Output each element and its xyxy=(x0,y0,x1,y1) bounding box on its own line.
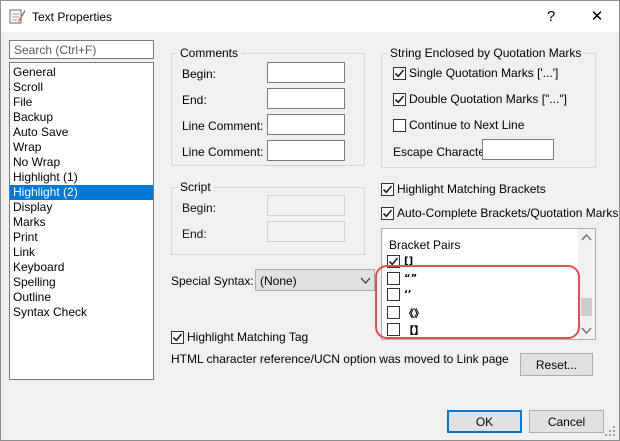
bracket-pair-text: ‘’ xyxy=(404,289,412,300)
footer-separator xyxy=(1,398,619,399)
bracket-pair-item[interactable]: “” xyxy=(387,272,417,285)
highlight-matching-tag-label: Highlight Matching Tag xyxy=(187,330,309,344)
checkbox-box xyxy=(387,288,400,301)
highlight-matching-tag-checkbox[interactable]: Highlight Matching Tag xyxy=(171,330,308,344)
nav-item[interactable]: Keyboard xyxy=(10,260,153,275)
scroll-thumb[interactable] xyxy=(581,298,592,316)
checkmark-icon xyxy=(393,92,406,106)
bracket-pairs-header: Bracket Pairs xyxy=(389,238,461,252)
nav-item[interactable]: Auto Save xyxy=(10,125,153,140)
nav-item[interactable]: Spelling xyxy=(10,275,153,290)
dialog-title: Text Properties xyxy=(32,10,113,24)
double-quote-checkbox[interactable]: Double Quotation Marks ["..."] xyxy=(393,92,567,106)
text-properties-icon xyxy=(9,9,25,24)
close-button[interactable]: ✕ xyxy=(575,2,619,31)
checkmark-icon xyxy=(381,206,394,220)
single-quote-label: Single Quotation Marks ['...'] xyxy=(409,66,559,80)
checkbox-box xyxy=(387,323,400,336)
bracket-pair-item[interactable]: 【】 xyxy=(387,322,424,337)
nav-item[interactable]: Scroll xyxy=(10,80,153,95)
double-quote-label: Double Quotation Marks ["..."] xyxy=(409,92,567,106)
line-comment-1-label: Line Comment: xyxy=(182,119,264,133)
script-group-title: Script xyxy=(177,180,214,194)
chevron-down-icon xyxy=(360,277,371,284)
cancel-button[interactable]: Cancel xyxy=(529,410,604,433)
auto-complete-brackets-label: Auto-Complete Brackets/Quotation Marks xyxy=(397,206,619,220)
line-comment-1-input[interactable] xyxy=(267,114,345,135)
bracket-pair-text: 【】 xyxy=(404,326,424,337)
scroll-down-icon[interactable] xyxy=(581,326,592,335)
bracket-pair-item[interactable]: ‘’ xyxy=(387,288,412,301)
bracket-pair-text: “” xyxy=(404,273,418,284)
comment-end-input[interactable] xyxy=(267,88,345,109)
bracket-pairs-scrollbar[interactable] xyxy=(578,229,595,339)
nav-item[interactable]: Highlight (2) xyxy=(10,185,153,200)
bracket-pairs-list[interactable]: Bracket Pairs [] “” ‘’ 《》【】 xyxy=(381,228,596,340)
script-end-label: End: xyxy=(182,227,207,241)
checkbox-box xyxy=(387,255,400,268)
checkmark-icon xyxy=(171,330,184,344)
checkbox-box xyxy=(387,306,400,319)
link-page-note: HTML character reference/UCN option was … xyxy=(171,352,509,366)
line-comment-2-input[interactable] xyxy=(267,140,345,161)
scroll-up-icon[interactable] xyxy=(581,233,592,242)
nav-item[interactable]: Display xyxy=(10,200,153,215)
checkbox-box xyxy=(393,118,406,132)
checkmark-icon xyxy=(381,182,394,196)
ok-button[interactable]: OK xyxy=(447,410,522,433)
script-begin-label: Begin: xyxy=(182,201,217,215)
title-bar[interactable]: Text Properties ? ✕ xyxy=(1,1,619,32)
nav-item[interactable]: No Wrap xyxy=(10,155,153,170)
nav-item[interactable]: Outline xyxy=(10,290,153,305)
highlight-matching-brackets-label: Highlight Matching Brackets xyxy=(397,182,546,196)
resize-grip-icon[interactable] xyxy=(604,425,616,437)
escape-character-input[interactable] xyxy=(482,139,554,160)
nav-item[interactable]: Marks xyxy=(10,215,153,230)
bracket-pair-text: 《》 xyxy=(404,309,424,320)
line-comment-2-label: Line Comment: xyxy=(182,145,264,159)
help-button[interactable]: ? xyxy=(534,2,568,31)
category-list[interactable]: General Scroll File Backup Auto Save Wrap No W… xyxy=(9,62,154,380)
nav-item[interactable]: Syntax Check xyxy=(10,305,153,320)
reset-button[interactable]: Reset... xyxy=(520,353,593,376)
bracket-pair-text: [] xyxy=(404,256,414,267)
checkmark-icon xyxy=(393,66,406,80)
continue-next-line-label: Continue to Next Line xyxy=(409,118,525,132)
special-syntax-select[interactable]: (None) xyxy=(255,269,375,291)
text-properties-dialog: Text Properties ? ✕ GeneralScrollFileBac… xyxy=(0,0,620,441)
highlight-matching-brackets-checkbox[interactable]: Highlight Matching Brackets xyxy=(381,182,546,196)
nav-item[interactable]: Highlight (1) xyxy=(10,170,153,185)
bracket-pair-item[interactable]: [] xyxy=(387,255,413,268)
nav-item[interactable]: Print xyxy=(10,230,153,245)
comment-end-label: End: xyxy=(182,93,207,107)
checkbox-box xyxy=(387,272,400,285)
special-syntax-label: Special Syntax: xyxy=(171,274,254,288)
special-syntax-value: (None) xyxy=(260,274,297,288)
escape-character-label: Escape Character: xyxy=(393,145,493,159)
single-quote-checkbox[interactable]: Single Quotation Marks ['...'] xyxy=(393,66,558,80)
continue-next-line-checkbox[interactable]: Continue to Next Line xyxy=(393,118,524,132)
nav-item[interactable]: Backup xyxy=(10,110,153,125)
auto-complete-brackets-checkbox[interactable]: Auto-Complete Brackets/Quotation Marks xyxy=(381,206,618,220)
nav-item[interactable]: Link xyxy=(10,245,153,260)
quotation-group-title: String Enclosed by Quotation Marks xyxy=(387,46,585,60)
comments-group-title: Comments xyxy=(177,46,242,60)
bracket-pair-item[interactable]: 《》 xyxy=(387,305,424,320)
script-begin-input[interactable] xyxy=(267,195,345,216)
comment-begin-input[interactable] xyxy=(267,62,345,83)
nav-item[interactable]: Wrap xyxy=(10,140,153,155)
comment-begin-label: Begin: xyxy=(182,67,217,81)
nav-item[interactable]: File xyxy=(10,95,153,110)
search-input[interactable] xyxy=(9,40,154,59)
nav-item[interactable]: General xyxy=(10,65,153,80)
script-end-input[interactable] xyxy=(267,221,345,242)
